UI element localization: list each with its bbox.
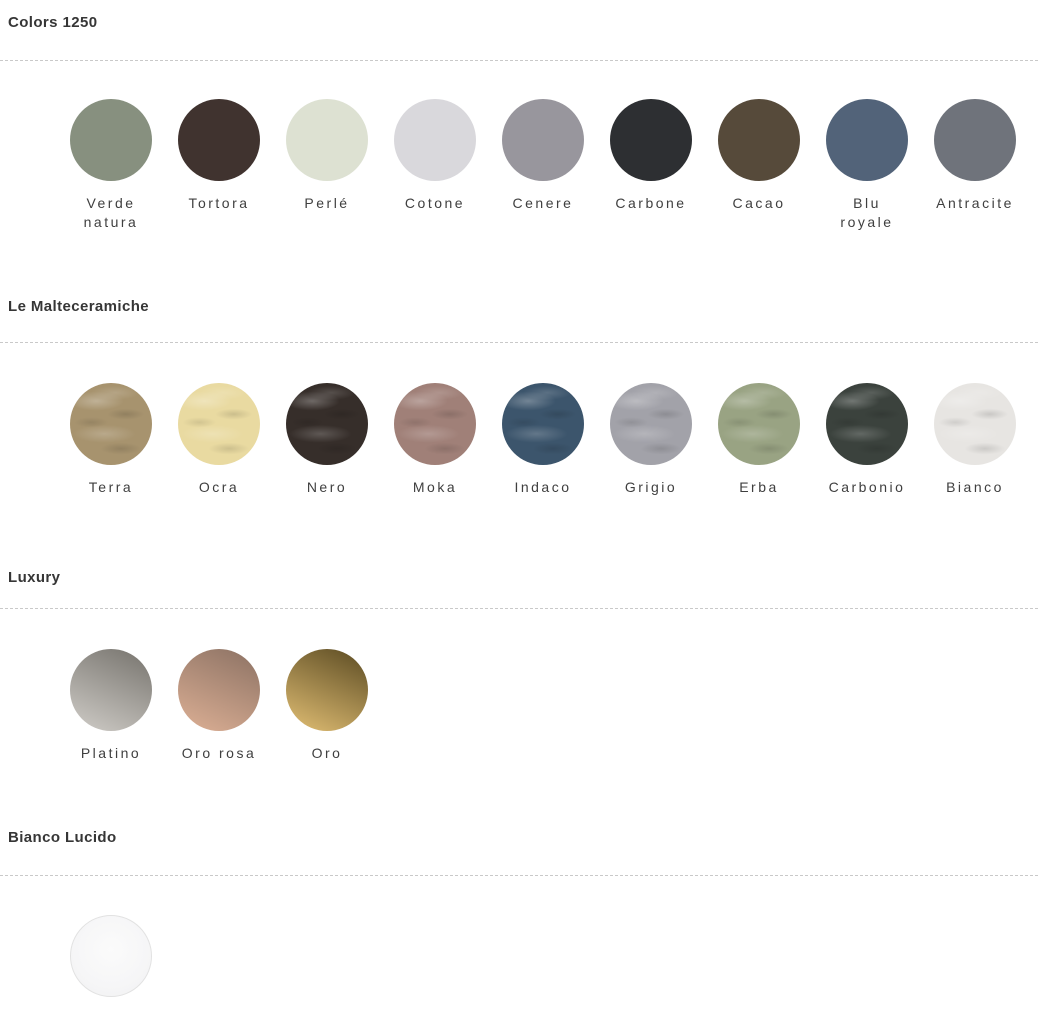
swatch-cell: Moka (381, 383, 489, 497)
swatch-label: Terra (89, 478, 133, 497)
swatch-label: Cotone (405, 194, 465, 213)
section-title: Luxury (8, 569, 1038, 587)
swatch-cell: Verde natura (57, 99, 165, 232)
swatch-label: Platino (81, 744, 141, 763)
swatch-label: Bianco (946, 478, 1004, 497)
swatch-cell: Ocra (165, 383, 273, 497)
swatch-cell (57, 915, 165, 997)
swatch-label: Cacao (733, 194, 786, 213)
color-swatch-antracite[interactable] (934, 99, 1016, 181)
color-swatch-cenere[interactable] (502, 99, 584, 181)
section-divider (0, 60, 1038, 61)
swatch-label: Grigio (625, 478, 677, 497)
swatch-cell: Platino (57, 649, 165, 763)
swatch-cell: Indaco (489, 383, 597, 497)
swatch-cell: Cacao (705, 99, 813, 232)
swatch-cell: Carbone (597, 99, 705, 232)
swatch-label: Oro (312, 744, 343, 763)
section-title: Le Malteceramiche (8, 298, 1038, 316)
color-swatch-bianco-lucido[interactable] (70, 915, 152, 997)
color-swatch-perlé[interactable] (286, 99, 368, 181)
section-bianco-lucido: Bianco Lucido (0, 829, 1038, 997)
section-luxury: Luxury Platino Oro rosa Oro (0, 569, 1038, 763)
section-divider (0, 342, 1038, 343)
section-divider (0, 875, 1038, 876)
swatch-cell: Blu royale (813, 99, 921, 232)
color-swatch-indaco[interactable] (502, 383, 584, 465)
color-swatch-erba[interactable] (718, 383, 800, 465)
swatch-label: Ocra (199, 478, 239, 497)
swatch-cell: Grigio (597, 383, 705, 497)
color-swatch-bianco[interactable] (934, 383, 1016, 465)
color-swatch-moka[interactable] (394, 383, 476, 465)
color-swatch-grigio[interactable] (610, 383, 692, 465)
swatch-cell: Terra (57, 383, 165, 497)
swatch-label: Nero (307, 478, 347, 497)
swatch-cell: Tortora (165, 99, 273, 232)
swatch-cell: Carbonio (813, 383, 921, 497)
swatch-cell: Oro (273, 649, 381, 763)
section-le-malteceramiche: Le Malteceramiche Terra Ocra Nero Moka Indac… (0, 298, 1038, 497)
swatch-label: Perlé (304, 194, 349, 213)
swatch-cell: Cenere (489, 99, 597, 232)
section-title: Bianco Lucido (8, 829, 1038, 847)
swatch-label: Moka (413, 478, 457, 497)
color-swatch-nero[interactable] (286, 383, 368, 465)
swatch-label: Erba (739, 478, 779, 497)
color-swatch-carbonio[interactable] (826, 383, 908, 465)
color-swatch-platino[interactable] (70, 649, 152, 731)
swatch-cell: Erba (705, 383, 813, 497)
swatch-cell: Perlé (273, 99, 381, 232)
swatch-row: Verde natura Tortora Perlé Cotone Cenere Carb… (0, 99, 1038, 232)
swatch-cell: Oro rosa (165, 649, 273, 763)
swatch-label: Tortora (188, 194, 249, 213)
swatch-label: Carbonio (829, 478, 906, 497)
swatch-label: Cenere (513, 194, 574, 213)
swatch-cell: Antracite (921, 99, 1029, 232)
swatch-label: Blu royale (840, 194, 893, 232)
swatch-label: Indaco (514, 478, 571, 497)
color-swatch-verde-natura[interactable] (70, 99, 152, 181)
swatch-label: Verde natura (84, 194, 139, 232)
color-swatch-blu-royale[interactable] (826, 99, 908, 181)
section-colors-1250: Colors 1250 Verde natura Tortora Perlé Coto… (0, 14, 1038, 232)
swatch-cell: Cotone (381, 99, 489, 232)
swatch-row (0, 915, 1038, 997)
color-swatch-ocra[interactable] (178, 383, 260, 465)
color-swatch-carbone[interactable] (610, 99, 692, 181)
swatch-label: Antracite (936, 194, 1014, 213)
color-swatch-oro[interactable] (286, 649, 368, 731)
color-swatch-cacao[interactable] (718, 99, 800, 181)
section-title: Colors 1250 (8, 14, 1038, 32)
swatch-label: Carbone (615, 194, 686, 213)
swatch-label: Oro rosa (182, 744, 256, 763)
swatch-row: Terra Ocra Nero Moka Indaco Grigio Erba Carboni… (0, 383, 1038, 497)
swatch-cell: Nero (273, 383, 381, 497)
swatch-cell: Bianco (921, 383, 1029, 497)
section-divider (0, 608, 1038, 609)
color-swatch-oro-rosa[interactable] (178, 649, 260, 731)
color-swatch-terra[interactable] (70, 383, 152, 465)
color-swatch-cotone[interactable] (394, 99, 476, 181)
color-swatch-tortora[interactable] (178, 99, 260, 181)
color-palette-page: Colors 1250 Verde natura Tortora Perlé Coto… (0, 14, 1038, 997)
swatch-row: Platino Oro rosa Oro (0, 649, 1038, 763)
